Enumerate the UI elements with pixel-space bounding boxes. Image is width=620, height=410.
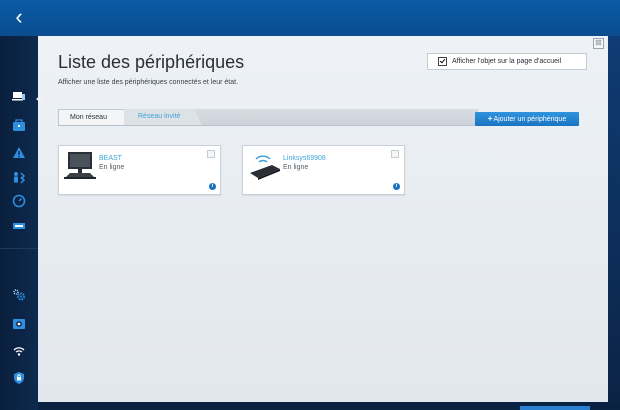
page-title: Liste des périphériques <box>58 52 245 72</box>
device-status: En ligne <box>99 164 125 171</box>
wifi-icon <box>13 347 25 356</box>
sidebar-item-security[interactable] <box>0 366 38 390</box>
device-select-checkbox[interactable] <box>207 150 215 158</box>
sidebar-item-toolbox[interactable] <box>0 114 38 138</box>
plus-icon: + <box>487 114 493 123</box>
device-select-checkbox[interactable] <box>391 150 399 158</box>
right-edge <box>608 36 620 402</box>
back-button[interactable]: ‹ <box>0 0 38 36</box>
active-item-marker <box>36 94 42 104</box>
sidebar-item-usb[interactable] <box>0 214 38 238</box>
top-bar: ‹ <box>0 0 620 36</box>
settings-gears-icon <box>13 289 25 301</box>
sidebar-item-wifi[interactable] <box>0 339 38 363</box>
device-list-icon <box>12 92 25 101</box>
close-icon[interactable]: ⊠ <box>593 38 604 49</box>
parental-controls-icon <box>14 172 26 184</box>
show-on-home-toggle[interactable]: Afficher l'objet sur la page d'accueil <box>427 53 587 70</box>
add-device-label: Ajouter un périphérique <box>493 116 567 123</box>
sidebar-item-device-list[interactable] <box>0 84 38 108</box>
device-list-panel: ⊠ Liste des périphériques Afficher une l… <box>38 36 608 402</box>
show-on-home-label: Afficher l'objet sur la page d'accueil <box>452 58 562 65</box>
add-device-button[interactable]: +Ajouter un périphérique <box>475 112 579 126</box>
tab-my-network[interactable]: Mon réseau <box>58 109 131 125</box>
page-subtitle: Afficher une liste des périphériques con… <box>58 79 239 86</box>
show-on-home-checkbox[interactable] <box>438 57 447 66</box>
camera-icon <box>13 319 25 329</box>
device-card-beast[interactable]: BEAST En ligne i <box>58 145 221 195</box>
wireless-router-icon <box>248 151 282 186</box>
desktop-computer-icon <box>64 151 98 186</box>
bottom-button-edge[interactable] <box>520 406 590 410</box>
sidebar-item-camera[interactable] <box>0 312 38 336</box>
chevron-left-icon: ‹ <box>15 4 23 29</box>
warning-icon <box>13 147 25 158</box>
usb-icon <box>13 223 25 229</box>
sidebar-item-alerts[interactable] <box>0 141 38 165</box>
sidebar-item-parental-controls[interactable] <box>0 165 38 189</box>
security-shield-icon <box>14 372 24 384</box>
tab-guest-network[interactable]: Réseau invité <box>124 109 202 125</box>
sidebar-item-speed-test[interactable] <box>0 189 38 213</box>
toolbox-icon <box>13 119 25 131</box>
sidebar-rail <box>0 36 38 410</box>
sidebar-divider <box>0 248 38 249</box>
device-name[interactable]: BEAST <box>99 155 122 162</box>
device-name[interactable]: Linksys69908 <box>283 155 326 162</box>
info-icon[interactable]: i <box>393 183 400 190</box>
speed-test-icon <box>12 194 26 208</box>
info-icon[interactable]: i <box>209 183 216 190</box>
tab-bar: Mon réseau Réseau invité <box>58 109 478 126</box>
sidebar-item-settings[interactable] <box>0 283 38 307</box>
device-status: En ligne <box>283 164 309 171</box>
device-card-linksys[interactable]: Linksys69908 En ligne i <box>242 145 405 195</box>
